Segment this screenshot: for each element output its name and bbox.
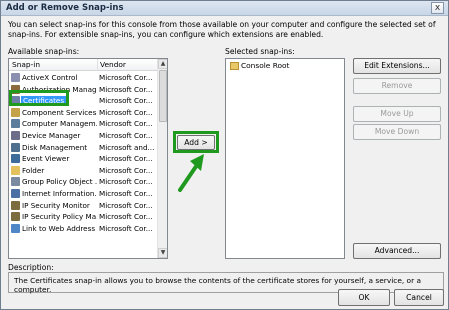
- edit-extensions-button[interactable]: Edit Extensions...: [353, 58, 441, 74]
- snapin-vendor: Microsoft Cor...: [99, 84, 153, 94]
- dialog-title: Add or Remove Snap-ins: [6, 3, 124, 13]
- column-header-vendor[interactable]: Vendor: [100, 60, 126, 69]
- list-header: Snap-in Vendor: [9, 59, 158, 71]
- description-label: Description:: [8, 263, 54, 272]
- snapin-name: Component Services: [22, 107, 97, 117]
- list-item[interactable]: IP Security Monitor Microsoft Cor...: [9, 200, 158, 212]
- ip-security-monitor-icon: [11, 200, 20, 210]
- component-services-icon: [11, 107, 20, 117]
- intro-text: You can select snap-ins for this console…: [8, 20, 436, 39]
- list-item[interactable]: Link to Web Address Microsoft Cor...: [9, 223, 158, 235]
- snapin-name: Folder: [22, 165, 45, 175]
- snapin-vendor: Microsoft Cor...: [99, 96, 153, 106]
- close-button[interactable]: x: [431, 2, 444, 14]
- snapin-vendor: Microsoft Cor...: [99, 188, 153, 198]
- group-policy-icon: [11, 177, 20, 187]
- list-item[interactable]: Device Manager Microsoft Cor...: [9, 130, 158, 142]
- snapin-vendor: Microsoft Cor...: [99, 130, 153, 140]
- snapin-vendor: Microsoft Cor...: [99, 73, 153, 82]
- snapin-vendor: Microsoft Cor...: [99, 177, 153, 187]
- snapin-name: Device Manager: [22, 130, 81, 140]
- list-item[interactable]: Group Policy Object ... Microsoft Cor...: [9, 176, 158, 188]
- snapin-vendor: Microsoft and...: [99, 142, 155, 152]
- list-item[interactable]: Disk Management Microsoft and...: [9, 142, 158, 154]
- scroll-up-arrow-icon[interactable]: ▲: [158, 59, 167, 69]
- title-bar: Add or Remove Snap-ins x: [1, 1, 448, 16]
- snapin-name: IP Security Policy Ma...: [22, 212, 97, 222]
- snapin-vendor: Microsoft Cor...: [99, 154, 153, 164]
- device-manager-icon: [11, 130, 20, 140]
- snapin-name: Link to Web Address: [22, 223, 96, 233]
- snapin-name: Internet Information...: [22, 188, 97, 198]
- list-item[interactable]: Internet Information... Microsoft Cor...: [9, 188, 158, 200]
- list-item[interactable]: Event Viewer Microsoft Cor...: [9, 153, 158, 165]
- selected-snapins-label: Selected snap-ins:: [225, 47, 295, 56]
- snapin-vendor: Microsoft Cor...: [99, 200, 153, 210]
- ok-button[interactable]: OK: [338, 289, 390, 306]
- console-root-label: Console Root: [241, 61, 290, 70]
- cancel-button[interactable]: Cancel: [394, 289, 444, 306]
- snapin-name: Disk Management: [22, 142, 88, 152]
- snapin-name: Group Policy Object ...: [22, 177, 97, 187]
- list-item[interactable]: Component Services Microsoft Cor...: [9, 107, 158, 119]
- ip-security-policy-icon: [11, 212, 20, 222]
- advanced-button[interactable]: Advanced...: [353, 243, 441, 259]
- available-snapins-list[interactable]: Snap-in Vendor ActiveX Control Microsoft …: [8, 58, 168, 259]
- available-snapins-label: Available snap-ins:: [8, 47, 80, 56]
- add-remove-snapins-dialog: Add or Remove Snap-ins x You can select …: [0, 0, 449, 310]
- move-down-button[interactable]: Move Down: [353, 124, 441, 140]
- add-button[interactable]: Add >: [177, 135, 215, 150]
- folder-icon: [11, 165, 20, 175]
- move-up-button[interactable]: Move Up: [353, 106, 441, 122]
- snapin-vendor: Microsoft Cor...: [99, 223, 153, 233]
- certificates-highlight-box: [9, 90, 69, 106]
- scroll-down-arrow-icon[interactable]: ▼: [158, 248, 167, 258]
- annotation-arrow-icon: [178, 154, 204, 192]
- snapin-vendor: Microsoft Cor...: [99, 119, 153, 129]
- list-scrollbar[interactable]: ▲ ▼: [157, 59, 167, 258]
- column-header-snapin[interactable]: Snap-in: [12, 60, 40, 69]
- list-item[interactable]: Computer Managem... Microsoft Cor...: [9, 118, 158, 130]
- snapin-name: ActiveX Control: [22, 73, 78, 82]
- link-web-icon: [11, 223, 20, 233]
- snapin-name: IP Security Monitor: [22, 200, 90, 210]
- list-item[interactable]: IP Security Policy Ma... Microsoft Cor...: [9, 211, 158, 223]
- list-item[interactable]: Folder Microsoft Cor...: [9, 165, 158, 177]
- snapin-vendor: Microsoft Cor...: [99, 107, 153, 117]
- iis-icon: [11, 188, 20, 198]
- snapin-vendor: Microsoft Cor...: [99, 165, 153, 175]
- snapin-vendor: Microsoft Cor...: [99, 212, 153, 222]
- activex-icon: [11, 73, 20, 82]
- remove-button[interactable]: Remove: [353, 78, 441, 94]
- disk-management-icon: [11, 142, 20, 152]
- folder-icon: [230, 62, 239, 70]
- selected-snapins-list[interactable]: Console Root: [225, 58, 345, 259]
- snapin-name: Computer Managem...: [22, 119, 97, 129]
- column-separator[interactable]: [97, 59, 98, 71]
- list-item[interactable]: ActiveX Control Microsoft Cor...: [9, 72, 158, 84]
- computer-management-icon: [11, 119, 20, 129]
- scrollbar-thumb[interactable]: [159, 70, 167, 122]
- event-viewer-icon: [11, 154, 20, 164]
- snapin-name: Event Viewer: [22, 154, 70, 164]
